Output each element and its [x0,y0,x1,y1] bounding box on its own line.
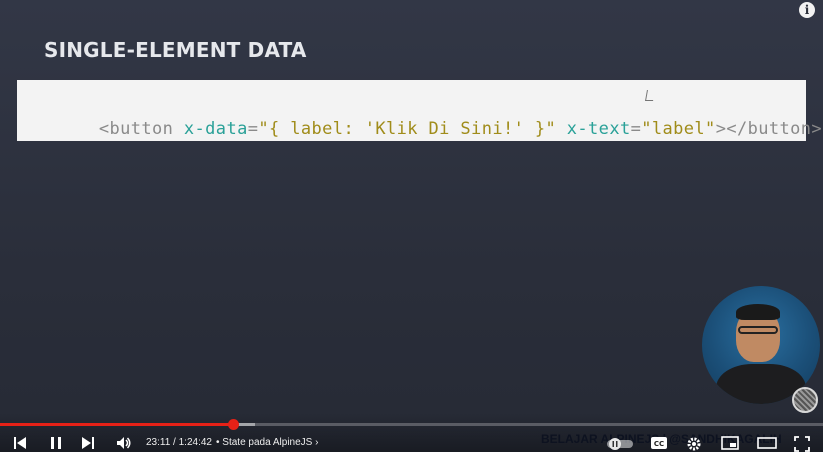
progress-bar[interactable] [0,419,823,430]
info-icon[interactable]: i [799,2,815,18]
chapter-title[interactable]: • State pada AlpineJS › [216,437,318,448]
captions-icon[interactable]: CC [650,436,668,450]
presenter-hair [736,304,780,320]
time-display: 23:11 / 1:24:42 [146,437,212,448]
code-token: = [630,119,642,139]
fullscreen-icon[interactable] [794,436,810,452]
presenter-glasses [738,326,778,334]
chapter-title-text: • State pada AlpineJS [216,437,313,448]
code-token: ></button> [715,119,823,139]
channel-logo[interactable] [792,387,818,413]
autoplay-toggle-icon[interactable] [607,438,633,450]
settings-icon[interactable] [686,436,702,452]
code-token: "label" [641,119,716,139]
code-token: <button [98,119,184,139]
miniplayer-icon[interactable] [721,436,739,450]
code-token: = [247,119,259,139]
code-token: "{ label: 'Klik Di Sini!' }" [258,119,557,139]
code-block: <button x-data="{ label: 'Klik Di Sini!'… [17,80,822,141]
theater-icon[interactable] [757,436,777,450]
slide-title: SINGLE-ELEMENT DATA [44,38,307,62]
next-icon[interactable] [81,436,95,450]
volume-icon[interactable] [116,436,132,450]
code-line: <button x-data="{ label: 'Klik Di Sini!'… [35,99,822,159]
progress-scrubber-handle[interactable] [227,419,239,430]
svg-text:CC: CC [654,440,664,448]
progress-played [0,423,233,426]
chevron-right-icon: › [315,437,319,448]
code-token: x-data [183,119,248,139]
pause-icon[interactable] [49,436,63,450]
previous-icon[interactable] [13,436,27,450]
code-token: x-text [566,119,631,139]
video-frame[interactable]: i SINGLE-ELEMENT DATA <button x-data="{ … [0,0,823,452]
